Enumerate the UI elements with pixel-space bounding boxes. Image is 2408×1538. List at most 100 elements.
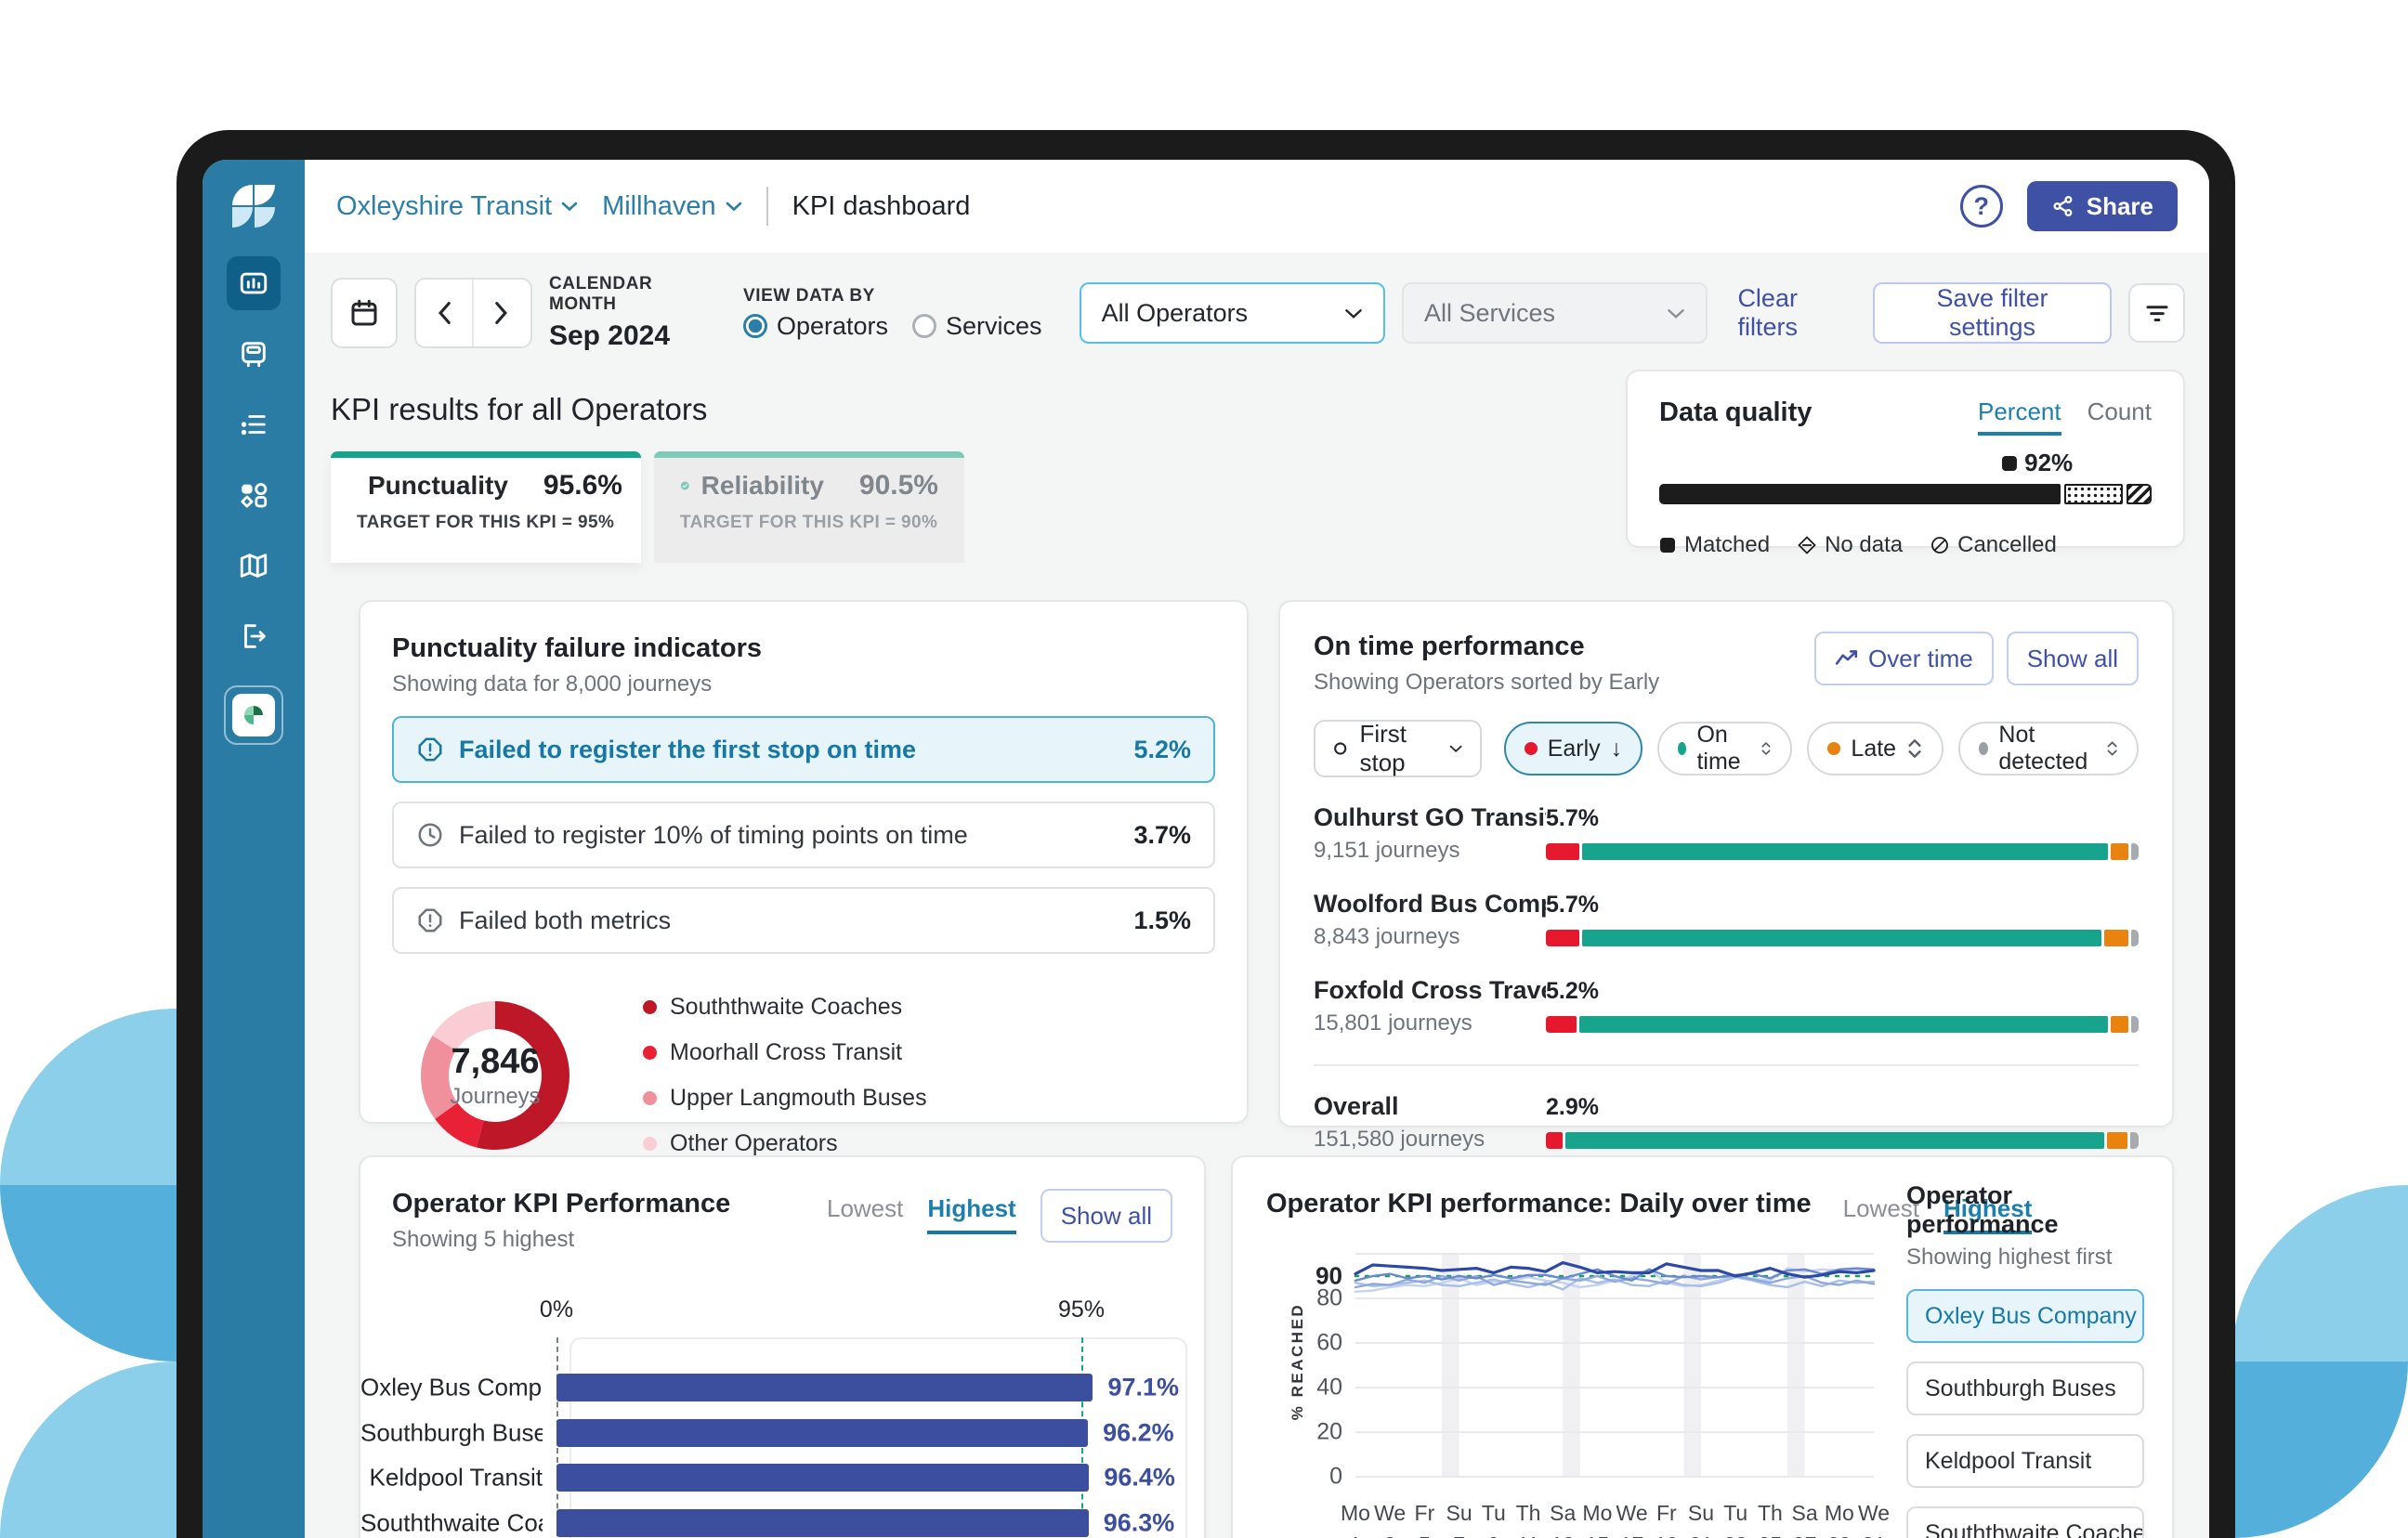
bar-segment-on-time — [1565, 1132, 2104, 1149]
failure-indicator-row[interactable]: Failed both metrics 1.5% — [392, 887, 1215, 954]
save-filter-settings-button[interactable]: Save filter settings — [1873, 282, 2113, 344]
operators-dropdown[interactable]: All Operators — [1080, 282, 1385, 344]
sidebar-app-shortcut[interactable] — [224, 685, 283, 745]
on-time-chips: First stop Early ↓ On time Late Not detec… — [1314, 720, 2139, 777]
radio-services[interactable]: Services — [912, 312, 1042, 341]
y-tick-label: 40 — [1316, 1375, 1342, 1401]
chevron-down-icon — [726, 201, 742, 212]
status-dot-icon — [1525, 742, 1538, 755]
sidebar-item-vehicles[interactable] — [227, 327, 281, 381]
y-axis-label: % REACHED — [1289, 1287, 1307, 1436]
on-time-operator-row: Foxfold Cross Travel 15,801 journeys 5.2… — [1314, 976, 2139, 1036]
sidebar-item-map[interactable] — [227, 539, 281, 593]
toggle-count[interactable]: Count — [2087, 398, 2152, 436]
filter-bar: CALENDAR MONTH Sep 2024 VIEW DATA BY Ope… — [331, 277, 2185, 349]
bar-segment-on-time — [1582, 930, 2101, 946]
row-divider — [1314, 1064, 2139, 1066]
sidebar-item-dashboard[interactable] — [227, 256, 281, 310]
filter-sort-button[interactable] — [2128, 283, 2185, 343]
over-time-label: Over time — [1868, 645, 1973, 673]
breadcrumb-organisation[interactable]: Oxleyshire Transit — [336, 191, 578, 222]
donut-legend-item: Upper Langmouth Buses — [643, 1085, 927, 1112]
chip-late[interactable]: Late — [1807, 722, 1943, 776]
over-time-button[interactable]: Over time — [1814, 632, 1994, 685]
services-dropdown[interactable]: All Services — [1402, 282, 1708, 344]
logout-icon — [238, 620, 269, 652]
sidebar-item-categories[interactable] — [227, 468, 281, 522]
previous-month-button[interactable] — [416, 280, 474, 346]
tab-value: 95.6% — [543, 470, 622, 502]
matched-swatch-icon — [2002, 456, 2017, 471]
weekend-band — [1683, 1254, 1701, 1477]
sidebar-item-lists[interactable] — [227, 398, 281, 451]
first-stop-dropdown[interactable]: First stop — [1314, 720, 1482, 777]
bar-segment-early — [1546, 843, 1579, 860]
donut-legend-item: Souththwaite Coaches — [643, 994, 927, 1021]
bar-segment-late — [2111, 843, 2129, 860]
on-time-show-all-button[interactable]: Show all — [2007, 632, 2139, 685]
stacked-bar — [1546, 930, 2139, 946]
x-tick-label: We3 — [1374, 1497, 1406, 1538]
toggle-percent[interactable]: Percent — [1978, 398, 2061, 436]
page-title: KPI dashboard — [792, 191, 971, 222]
donut-center-label: Journeys — [450, 1084, 540, 1110]
matched-bar-segment — [1659, 484, 2061, 504]
operator-button-souththwaite-coaches[interactable]: Souththwaite Coaches — [1906, 1506, 2144, 1538]
stop-ring-icon — [1332, 738, 1348, 759]
bar-segment-not-detected — [2131, 1016, 2139, 1033]
tab-target: TARGET FOR THIS KPI = 90% — [680, 513, 938, 533]
failure-card-subtitle: Showing data for 8,000 journeys — [392, 671, 1215, 697]
legend-dot-icon — [643, 1000, 657, 1014]
sort-desc-icon: ↓ — [1611, 736, 1623, 762]
x-tick-label: We31 — [1858, 1497, 1890, 1538]
calendar-icon — [347, 296, 381, 330]
operator-performance-panel: Operator performance Showing highest fir… — [1906, 1181, 2144, 1538]
operator-journeys: 15,801 journeys — [1314, 1010, 1546, 1036]
first-stop-label: First stop — [1359, 720, 1438, 777]
operator-button-keldpool-transit[interactable]: Keldpool Transit — [1906, 1434, 2144, 1488]
clear-filters-link[interactable]: Clear filters — [1737, 284, 1855, 342]
x-axis-min-label: 0% — [540, 1297, 573, 1323]
failure-donut-zone: 7,846 Journeys Souththwaite CoachesMoorh… — [392, 987, 1215, 1164]
failure-indicator-row[interactable]: Failed to register the first stop on tim… — [392, 716, 1215, 783]
map-icon — [238, 550, 269, 581]
data-quality-card: Data quality Percent Count 92% — [1626, 370, 2185, 548]
radio-operators-label: Operators — [777, 312, 888, 341]
bar-chart-icon — [238, 267, 269, 299]
failure-indicator-row[interactable]: Failed to register 10% of timing points … — [392, 802, 1215, 868]
chip-not-detected[interactable]: Not detected — [1958, 722, 2139, 776]
help-button[interactable]: ? — [1960, 185, 2003, 228]
on-time-operator-row: Oulhurst GO Transit 9,151 journeys 5.7% — [1314, 803, 2139, 864]
x-tick-label: Sa13 — [1550, 1497, 1576, 1538]
failure-row-value: 3.7% — [1133, 821, 1191, 850]
operator-button-oxley-bus-company[interactable]: Oxley Bus Company — [1906, 1289, 2144, 1343]
chip-on-time[interactable]: On time — [1657, 722, 1792, 776]
calendar-month-value: Sep 2024 — [549, 320, 713, 352]
operator-kpi-show-all-button[interactable]: Show all — [1040, 1189, 1172, 1243]
chip-early[interactable]: Early ↓ — [1504, 722, 1642, 776]
failure-row-value: 1.5% — [1133, 906, 1191, 935]
next-month-button[interactable] — [474, 280, 530, 346]
x-tick-label: Mo15 — [1582, 1497, 1612, 1538]
share-button[interactable]: Share — [2027, 181, 2178, 231]
breadcrumb-region[interactable]: Millhaven — [602, 191, 742, 222]
kpi-bar — [556, 1374, 1093, 1401]
radio-operators[interactable]: Operators — [743, 312, 888, 341]
tab-reliability[interactable]: Reliability 90.5% TARGET FOR THIS KPI = … — [654, 451, 964, 563]
bar-segment-late — [2107, 1132, 2127, 1149]
y-tick-label: 20 — [1316, 1419, 1342, 1446]
operator-button-southburgh-buses[interactable]: Southburgh Buses — [1906, 1362, 2144, 1415]
y-tick-label: 0 — [1329, 1464, 1342, 1491]
share-button-label: Share — [2087, 192, 2153, 221]
calendar-button[interactable] — [331, 278, 398, 348]
x-tick-label: Tu9 — [1482, 1497, 1506, 1538]
chevron-left-icon — [435, 301, 453, 325]
chip-label: Not detected — [1998, 722, 2095, 776]
lowest-toggle[interactable]: Lowest — [827, 1194, 903, 1223]
sidebar-item-logout[interactable] — [227, 609, 281, 663]
chip-label: Early — [1548, 736, 1601, 762]
donut-center-value: 7,846 — [451, 1042, 539, 1082]
failure-row-label: Failed to register the first stop on tim… — [459, 736, 916, 764]
highest-toggle[interactable]: Highest — [927, 1194, 1015, 1234]
tab-punctuality[interactable]: Punctuality 95.6% TARGET FOR THIS KPI = … — [331, 451, 641, 563]
